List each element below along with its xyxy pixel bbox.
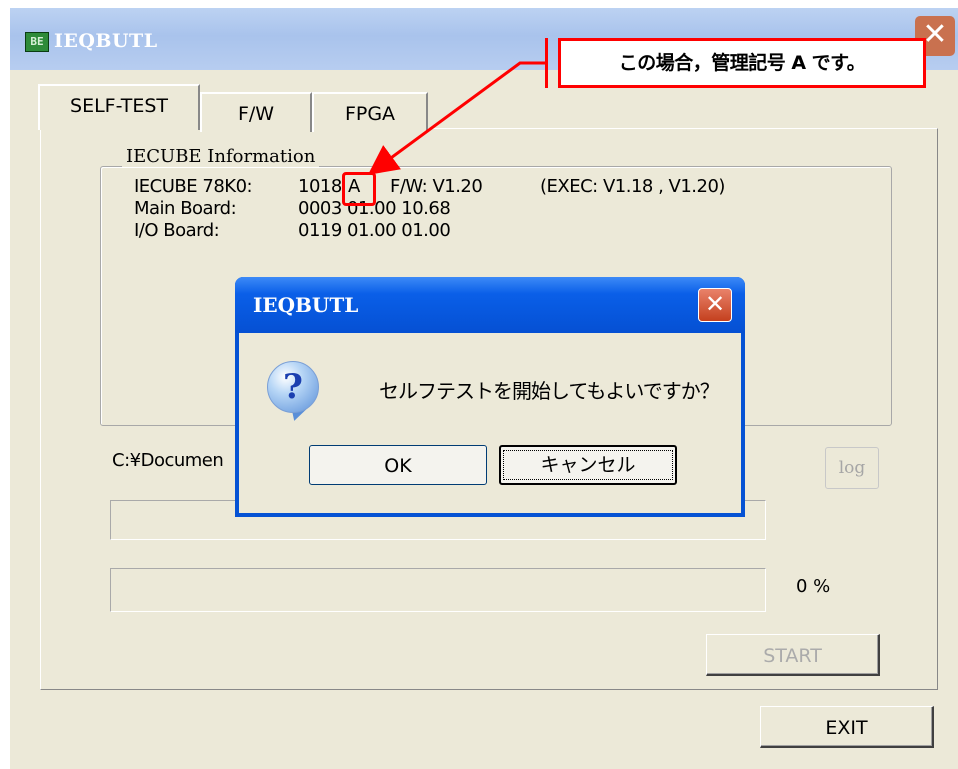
confirm-dialog: IEQBUTL ✕ ? セルフテストを開始してもよいですか？ OK キャンセル <box>235 277 745 517</box>
app-icon: BE <box>25 32 49 52</box>
window-title: IEQBUTL <box>54 30 158 52</box>
dialog-message: セルフテストを開始してもよいですか？ <box>379 379 720 403</box>
info-fw-version: F/W: V1.20 <box>390 176 483 197</box>
percent-label: 0 % <box>796 576 831 597</box>
info-value-io-board: 0119 01.00 01.00 <box>298 220 451 241</box>
tab-fpga[interactable]: FPGA <box>312 92 428 132</box>
highlight-box-mark-a <box>342 172 376 206</box>
tab-fw[interactable]: F/W <box>200 92 312 132</box>
dialog-body: ? セルフテストを開始してもよいですか？ OK キャンセル <box>239 333 741 513</box>
info-label-main-board: Main Board: <box>134 198 237 219</box>
question-icon: ? <box>267 361 319 413</box>
log-button[interactable]: log <box>825 447 879 489</box>
annotation-callout: この場合，管理記号 A です。 <box>558 38 926 88</box>
info-label-iecube: IECUBE 78K0: <box>134 176 253 197</box>
progress-bar-percent <box>110 568 766 612</box>
info-value-iecube: 1018 <box>298 176 342 197</box>
tab-self-test[interactable]: SELF-TEST <box>38 84 200 130</box>
info-exec-version: (EXEC: V1.18 , V1.20) <box>540 176 725 197</box>
cancel-focus-rect <box>503 450 673 480</box>
ok-button[interactable]: OK <box>309 445 487 485</box>
callout-bracket <box>545 38 548 88</box>
dialog-title: IEQBUTL <box>253 293 359 317</box>
dialog-titlebar[interactable]: IEQBUTL ✕ <box>235 277 745 333</box>
log-path-text: C:¥Documen <box>112 450 224 471</box>
info-group-legend: IECUBE Information <box>122 146 320 167</box>
start-button[interactable]: START <box>706 634 880 676</box>
dialog-close-icon[interactable]: ✕ <box>698 288 732 322</box>
exit-button[interactable]: EXIT <box>760 706 934 748</box>
info-label-io-board: I/O Board: <box>134 220 220 241</box>
